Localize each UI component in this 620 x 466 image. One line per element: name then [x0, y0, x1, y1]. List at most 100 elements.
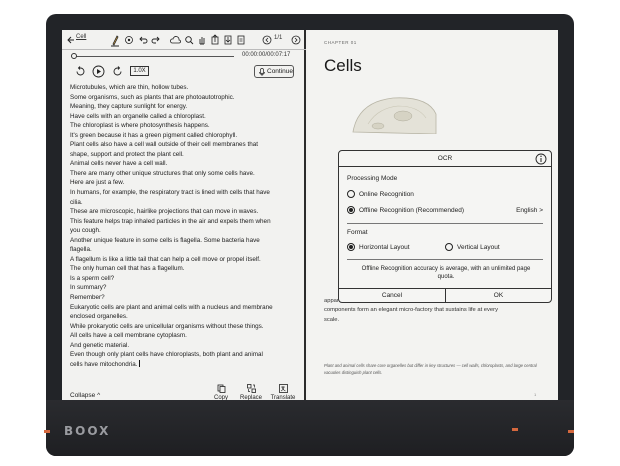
- transcript-line: It's green because it has a green pigmen…: [70, 131, 238, 139]
- ocr-dialog-title: OCR: [437, 155, 453, 162]
- format-label: Format: [347, 229, 368, 236]
- transcript-line: Here are just a few.: [70, 179, 125, 187]
- continue-button[interactable]: Continue: [254, 65, 294, 78]
- chapter-label: CHAPTER 01: [324, 40, 357, 45]
- body-line: scale.: [324, 316, 340, 323]
- eraser-icon[interactable]: [124, 33, 134, 47]
- transcript-bottom-bar: Collapse ^ Copy Replace Translate: [62, 372, 306, 402]
- offline-recognition-option[interactable]: Offline Recognition (Recommended): [347, 206, 497, 216]
- transcript-text[interactable]: Microtubules, which are thin, hollow tub…: [70, 83, 300, 369]
- document-ocr-icon[interactable]: [236, 33, 246, 47]
- transcript-line: Even though only plant cells have chloro…: [70, 351, 263, 359]
- audio-time-readout: 00:00:00/00:07:17: [242, 52, 291, 58]
- transcript-line: Microtubules, which are thin, hollow tub…: [70, 84, 189, 91]
- transcript-line: Plant cells also have a cell wall outsid…: [70, 141, 258, 149]
- transcript-line: shape, support and protect the plant cel…: [70, 150, 184, 158]
- divider: [347, 259, 543, 260]
- cancel-button[interactable]: Cancel: [339, 289, 445, 302]
- toolbar: Cell 1/1: [62, 30, 306, 50]
- plant-cell-illustration: [352, 97, 437, 134]
- transcript-line: cilia.: [70, 198, 83, 206]
- ocr-dialog-header: OCR: [339, 151, 551, 167]
- footnote-text: Plant and animal cells share core organe…: [324, 363, 537, 375]
- transcript-line: Animal cells never have a cell wall.: [70, 160, 168, 168]
- transcript-line: The chloroplast is where photosynthesis …: [70, 122, 210, 130]
- undo-icon[interactable]: [138, 33, 148, 47]
- transcript-line: enclosed organelles.: [70, 313, 128, 321]
- microphone-icon: [259, 68, 265, 76]
- transcript-line: Another unique feature in some cells is …: [70, 236, 260, 244]
- ok-button[interactable]: OK: [446, 289, 551, 302]
- hand-tool-icon[interactable]: [197, 33, 207, 47]
- rewind-icon[interactable]: [74, 65, 87, 78]
- pen-icon[interactable]: [110, 33, 120, 47]
- offline-recognition-radio[interactable]: [347, 206, 355, 214]
- info-icon[interactable]: [535, 153, 547, 165]
- transcript-line: Remember?: [70, 294, 105, 302]
- previous-page-icon[interactable]: [262, 33, 272, 47]
- document-name[interactable]: Cell: [76, 34, 86, 40]
- accent-mark: [512, 428, 518, 431]
- transcript-line: you cough.: [70, 227, 101, 235]
- horizontal-layout-radio[interactable]: [347, 243, 355, 251]
- ocr-notice: Offline Recognition accuracy is average,…: [361, 266, 531, 280]
- cloud-sync-icon[interactable]: [170, 33, 181, 47]
- transcript-pane: Cell 1/1 00:00:00/00:07:17 1.0X Continue…: [62, 30, 306, 402]
- horizontal-layout-label: Horizontal Layout: [359, 244, 410, 251]
- replace-button[interactable]: Replace: [236, 384, 266, 401]
- e-reader-device: Cell 1/1 00:00:00/00:07:17 1.0X Continue…: [44, 14, 574, 456]
- playback-speed-button[interactable]: 1.0X: [130, 66, 149, 76]
- collapse-button[interactable]: Collapse ^: [70, 392, 100, 399]
- back-arrow-icon[interactable]: [66, 33, 76, 47]
- accent-mark: [44, 430, 50, 433]
- replace-icon: [246, 384, 256, 393]
- import-icon[interactable]: [223, 33, 233, 47]
- ocr-dialog: OCR Processing Mode Online Recognition O…: [338, 150, 552, 303]
- transcript-line: Have cells with an organelle called a ch…: [70, 112, 206, 120]
- transcript-line: flagella.: [70, 246, 92, 254]
- language-selector[interactable]: English >: [516, 207, 543, 214]
- transcript-line: There are many other unique structures t…: [70, 169, 255, 177]
- online-recognition-label: Online Recognition: [359, 191, 414, 198]
- transcript-line: These are microscopic, hairlike projecti…: [70, 208, 259, 216]
- continue-label: Continue: [267, 68, 294, 75]
- online-recognition-option[interactable]: Online Recognition: [347, 190, 537, 200]
- audio-progress-handle[interactable]: [71, 53, 77, 59]
- transcript-line: A flagellum is like a little tail that c…: [70, 255, 261, 263]
- audio-progress-track[interactable]: [74, 56, 234, 57]
- page-title: Cells: [324, 56, 362, 75]
- play-button-icon[interactable]: [92, 65, 105, 78]
- page-indicator: 1/1: [274, 35, 283, 41]
- body-line: components form an elegant micro-factory…: [324, 307, 498, 314]
- horizontal-layout-option[interactable]: Horizontal Layout: [347, 243, 437, 253]
- forward-icon[interactable]: [111, 65, 124, 78]
- brand-logo: BOOX: [64, 424, 111, 438]
- copy-icon: [217, 384, 225, 393]
- vertical-layout-radio[interactable]: [445, 243, 453, 251]
- search-icon[interactable]: [184, 33, 194, 47]
- transcript-line: Some organisms, such as plants that are …: [70, 93, 235, 101]
- processing-mode-label: Processing Mode: [347, 175, 398, 182]
- redo-icon[interactable]: [151, 33, 161, 47]
- page-footnote: Plant and animal cells share core organe…: [324, 363, 546, 376]
- transcript-line: cells have mitochondria.: [70, 359, 140, 368]
- transcript-line: In summary?: [70, 284, 107, 292]
- online-recognition-radio[interactable]: [347, 190, 355, 198]
- transcript-line: Meaning, they capture sunlight for energ…: [70, 103, 188, 111]
- next-page-icon[interactable]: [291, 33, 301, 47]
- copy-button[interactable]: Copy: [206, 384, 236, 401]
- translate-button[interactable]: Translate: [268, 384, 298, 401]
- transcript-line: In humans, for example, the respiratory …: [70, 189, 270, 197]
- divider: [347, 223, 543, 224]
- transcript-line: While prokaryotic cells are unicellular …: [70, 322, 264, 330]
- offline-recognition-label: Offline Recognition (Recommended): [359, 207, 465, 214]
- device-screen: Cell 1/1 00:00:00/00:07:17 1.0X Continue…: [62, 30, 558, 402]
- page-number: 1: [534, 392, 537, 397]
- accent-mark: [568, 430, 574, 433]
- transcript-line: Is a sperm cell?: [70, 274, 115, 282]
- transcript-line: The only human cell that has a flagellum…: [70, 265, 185, 273]
- transcript-line: Eukaryotic cells are plant and animal ce…: [70, 303, 273, 311]
- vertical-layout-label: Vertical Layout: [457, 244, 500, 251]
- vertical-layout-option[interactable]: Vertical Layout: [445, 243, 535, 253]
- export-icon[interactable]: [210, 33, 220, 47]
